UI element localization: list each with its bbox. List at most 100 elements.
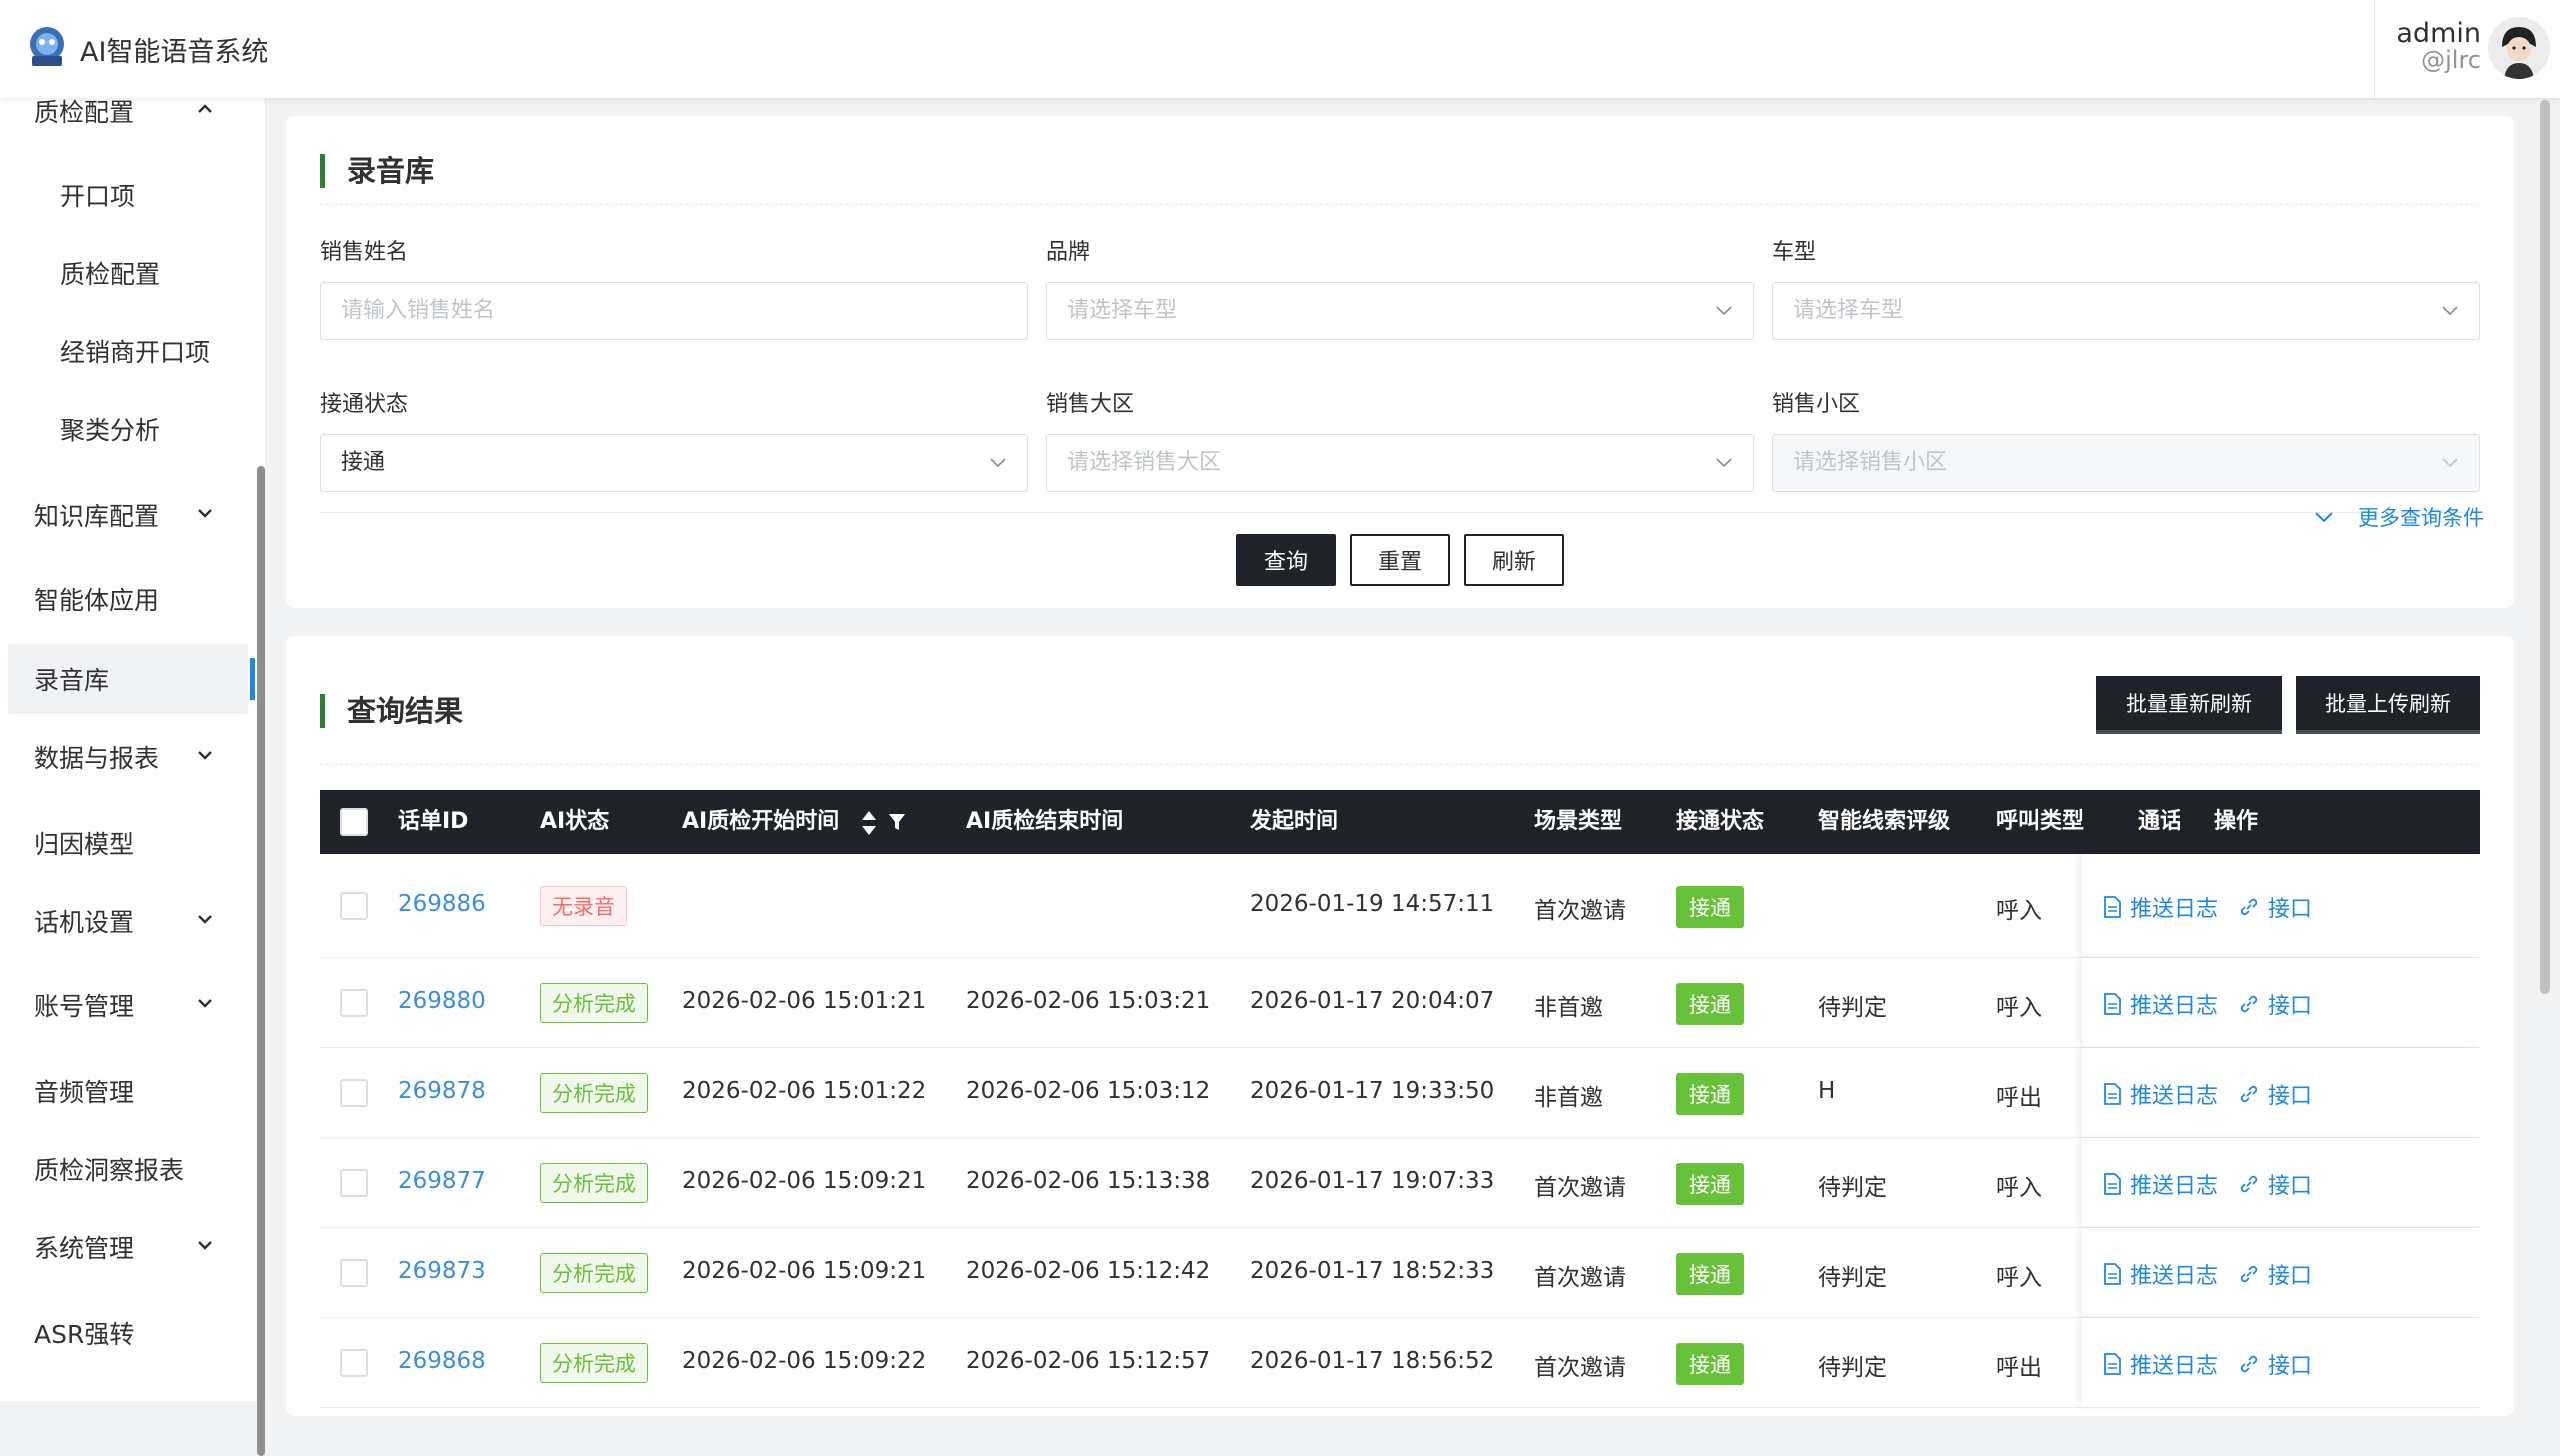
sidebar-item-label: 归因模型 [34, 830, 135, 859]
push-log-link[interactable]: 推送日志 [2102, 1348, 2218, 1380]
sidebar-group-accounts[interactable]: 账号管理 [0, 970, 256, 1040]
api-label: 接口 [2268, 1264, 2313, 1289]
reset-button[interactable]: 重置 [1350, 534, 1450, 586]
row-checkbox[interactable] [340, 1169, 368, 1197]
sidebar-group-knowledge[interactable]: 知识库配置 [0, 480, 256, 550]
push-log-label: 推送日志 [2130, 1264, 2219, 1289]
batch-refresh-button[interactable]: 批量重新刷新 [2096, 676, 2282, 734]
sidebar-item-open-items[interactable]: 开口项 [0, 160, 256, 230]
user-name[interactable]: admin [2396, 18, 2481, 49]
model-select[interactable]: 请选择车型 [1772, 282, 2480, 340]
sidebar-item-audio[interactable]: 音频管理 [0, 1056, 256, 1126]
connect-status-select[interactable]: 接通 [320, 434, 1028, 492]
sidebar-item-label: 聚类分析 [60, 416, 161, 445]
scene-type: 首次邀请 [1534, 1355, 1626, 1381]
connect-status-label: 接通状态 [320, 392, 409, 417]
row-checkbox[interactable] [340, 1259, 368, 1287]
row-checkbox[interactable] [340, 1349, 368, 1377]
page-scrollbar[interactable] [2540, 100, 2550, 994]
push-log-link[interactable]: 推送日志 [2102, 1168, 2218, 1200]
call-id-link[interactable]: 269886 [398, 891, 486, 917]
api-link[interactable]: 接口 [2238, 891, 2312, 923]
chevron-down-icon [198, 999, 212, 1008]
query-button[interactable]: 查询 [1236, 534, 1336, 586]
document-icon [2104, 1263, 2121, 1285]
header-divider [2374, 0, 2375, 98]
initiated-time: 2026-01-17 18:52:33 [1250, 1258, 1495, 1284]
avatar[interactable] [2488, 17, 2550, 79]
select-all-checkbox[interactable] [340, 808, 368, 836]
sidebar-item-asr[interactable]: ASR强转 [0, 1298, 256, 1368]
push-log-link[interactable]: 推送日志 [2102, 1258, 2218, 1290]
row-checkbox[interactable] [340, 892, 368, 920]
push-log-link[interactable]: 推送日志 [2102, 891, 2218, 923]
sidebar-item-label: 质检配置 [34, 98, 135, 127]
connect-status-badge: 接通 [1676, 1073, 1744, 1115]
filter-icon[interactable] [888, 812, 906, 832]
row-checkbox[interactable] [340, 1079, 368, 1107]
sidebar-item-attribution[interactable]: 归因模型 [0, 808, 256, 878]
connect-status-badge: 接通 [1676, 1343, 1744, 1385]
api-link[interactable]: 接口 [2238, 1258, 2312, 1290]
sales-region-select[interactable]: 请选择销售大区 [1046, 434, 1754, 492]
api-label: 接口 [2268, 897, 2313, 922]
api-link[interactable]: 接口 [2238, 1078, 2312, 1110]
document-icon [2104, 993, 2121, 1015]
scene-type: 非首邀 [1534, 1085, 1603, 1111]
call-id-link[interactable]: 269880 [398, 988, 486, 1014]
initiated-time: 2026-01-19 14:57:11 [1250, 891, 1495, 917]
sales-name-input[interactable]: 请输入销售姓名 [320, 282, 1028, 340]
user-handle[interactable]: @jlrc [2421, 46, 2481, 74]
qc-end-time: 2026-02-06 15:12:42 [966, 1258, 1211, 1284]
sidebar-item-qc-config[interactable]: 质检配置 [0, 238, 256, 308]
api-link[interactable]: 接口 [2238, 1348, 2312, 1380]
sales-subregion-select[interactable]: 请选择销售小区 [1772, 434, 2480, 492]
table-row: 269880 分析完成 2026-02-06 15:01:21 2026-02-06 … [320, 958, 2480, 1048]
row-checkbox[interactable] [340, 989, 368, 1017]
push-log-link[interactable]: 推送日志 [2102, 988, 2218, 1020]
qc-end-time: 2026-02-06 15:03:21 [966, 988, 1211, 1014]
col-call-id: 话单ID [398, 809, 469, 834]
link-icon [2240, 1265, 2258, 1283]
sort-icon[interactable] [860, 810, 878, 836]
sidebar-group-system[interactable]: 系统管理 [0, 1212, 256, 1282]
api-link[interactable]: 接口 [2238, 1168, 2312, 1200]
sidebar-item-qc-insight[interactable]: 质检洞察报表 [0, 1134, 256, 1204]
call-id-link[interactable]: 269877 [398, 1168, 486, 1194]
sidebar-group-phone-settings[interactable]: 话机设置 [0, 886, 256, 956]
push-log-label: 推送日志 [2130, 1174, 2219, 1199]
document-icon [2104, 896, 2121, 918]
sidebar-group-data-reports[interactable]: 数据与报表 [0, 722, 256, 792]
sidebar-item-agent-apps[interactable]: 智能体应用 [0, 564, 256, 634]
sidebar-item-label: ASR强转 [34, 1320, 135, 1349]
sidebar: 质检配置 开口项 质检配置 经销商开口项 聚类分析 知识库配置 智能体应用 录音… [0, 98, 266, 1456]
chevron-down-icon [198, 915, 212, 924]
push-log-link[interactable]: 推送日志 [2102, 1078, 2218, 1110]
sidebar-item-label: 数据与报表 [34, 744, 160, 773]
call-type: 呼出 [1996, 1355, 2042, 1381]
sidebar-scrollbar[interactable] [257, 466, 265, 1456]
chevron-up-icon [198, 104, 212, 113]
sidebar-item-cluster-analysis[interactable]: 聚类分析 [0, 394, 256, 464]
link-icon [2240, 1175, 2258, 1193]
api-label: 接口 [2268, 994, 2313, 1019]
connect-status-badge: 接通 [1676, 1163, 1744, 1205]
col-qc-end: AI质检结束时间 [966, 809, 1124, 834]
call-id-link[interactable]: 269878 [398, 1078, 486, 1104]
connect-status-value: 接通 [341, 450, 386, 475]
refresh-button[interactable]: 刷新 [1464, 534, 1564, 586]
brand-select[interactable]: 请选择车型 [1046, 282, 1754, 340]
more-conditions-toggle[interactable]: 更多查询条件 [2314, 502, 2484, 532]
brand-label: 品牌 [1046, 240, 1091, 265]
chevron-down-icon [2442, 306, 2458, 316]
batch-upload-button[interactable]: 批量上传刷新 [2296, 676, 2480, 734]
call-id-link[interactable]: 269873 [398, 1258, 486, 1284]
call-id-link[interactable]: 269868 [398, 1348, 486, 1374]
api-link[interactable]: 接口 [2238, 988, 2312, 1020]
sidebar-item-recordings[interactable]: 录音库 [8, 644, 255, 714]
lead-rating: 待判定 [1818, 1265, 1887, 1291]
qc-start-time: 2026-02-06 15:09:21 [682, 1258, 927, 1284]
ai-status-badge: 分析完成 [540, 1073, 648, 1113]
sidebar-item-dealer-open-items[interactable]: 经销商开口项 [0, 316, 256, 386]
col-qc-start[interactable]: AI质检开始时间 [682, 790, 839, 854]
